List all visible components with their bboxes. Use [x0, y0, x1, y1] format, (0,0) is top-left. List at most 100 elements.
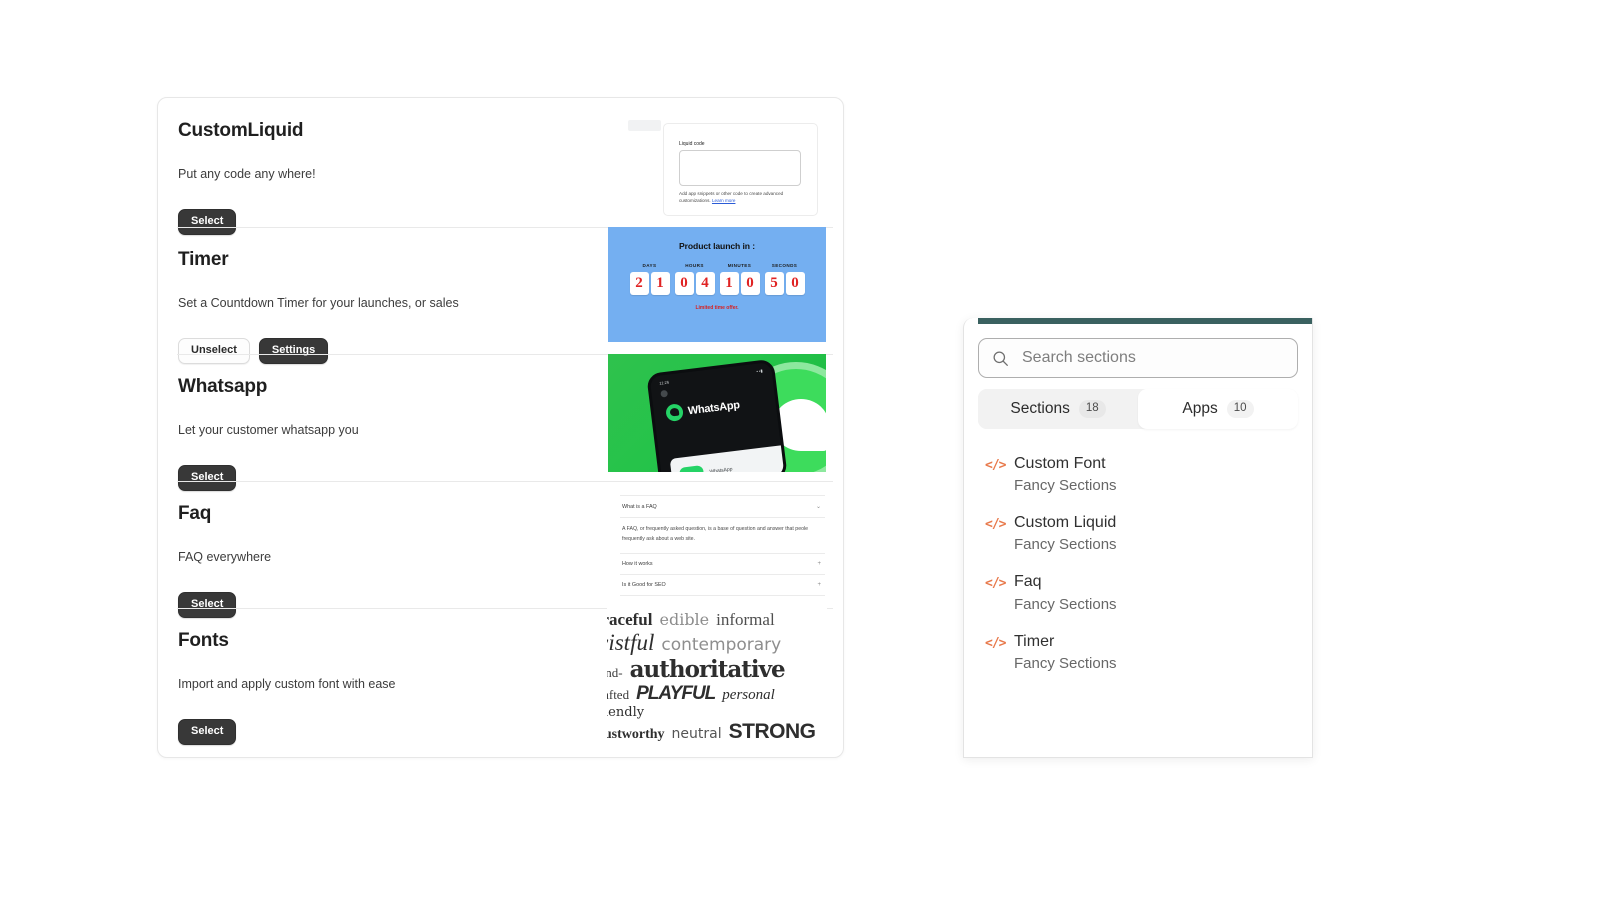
row-title: Whatsapp [178, 376, 268, 397]
list-item-text: Faq Fancy Sections [1014, 572, 1117, 613]
list-item-name: Timer [1014, 632, 1055, 650]
liquid-code-textarea[interactable] [679, 150, 801, 186]
collage-word: STRONG [728, 720, 816, 743]
faq-question[interactable]: How it works + [620, 554, 825, 575]
search-box[interactable] [978, 338, 1298, 378]
list-item-text: Custom Liquid Fancy Sections [1014, 513, 1117, 554]
list-item-subtitle: Fancy Sections [1014, 536, 1117, 554]
whatsapp-app-icon [678, 465, 706, 472]
status-indicators: ▪ ▪▮ [756, 368, 763, 374]
code-icon: </> [985, 517, 1006, 533]
phone-mockup: 11:26 ▪ ▪▮ WhatsApp WhatsApp M [646, 358, 788, 472]
typography-collage-preview: graceful edible informal wistful contemp… [607, 608, 827, 747]
picker-row-faq: Faq FAQ everywhere Select What is a FAQ … [158, 481, 843, 619]
row-description: Set a Countdown Timer for your launches,… [178, 295, 459, 310]
whatsapp-brand-label: WhatsApp [687, 398, 741, 417]
list-item[interactable]: </> Faq Fancy Sections [964, 563, 1312, 622]
row-title: Faq [178, 503, 212, 524]
timer-footer-note: Limited time offer. [695, 305, 739, 311]
row-content: Timer Set a Countdown Timer for your lau… [158, 227, 606, 365]
collage-word: authoritative [629, 656, 786, 683]
picker-row-timer: Timer Set a Countdown Timer for your lau… [158, 227, 843, 365]
learn-more-link[interactable]: Learn more [712, 198, 736, 203]
timer-digit: 5 [764, 272, 784, 295]
timer-unit-seconds: SECONDS 5 0 [762, 263, 807, 295]
whatsapp-brand: WhatsApp [665, 392, 776, 423]
faq-accordion-preview: What is a FAQ ⌄ A FAQ, or frequently ask… [614, 491, 831, 602]
collage-word: hand- [607, 665, 623, 680]
app-store-card: WhatsApp Messenger [669, 444, 788, 472]
list-item[interactable]: </> Timer Fancy Sections [964, 623, 1312, 682]
search-input[interactable] [1020, 348, 1284, 368]
app-card-text: WhatsApp Messenger [709, 466, 735, 472]
faq-answer: A FAQ, or frequently asked question, is … [620, 518, 825, 554]
search-icon [992, 350, 1009, 367]
list-item[interactable]: </> Custom Font Fancy Sections [964, 445, 1312, 504]
tab-label: Sections [1010, 400, 1070, 417]
timer-digit: 0 [785, 272, 805, 295]
timer-digit: 0 [674, 272, 694, 295]
row-description: Import and apply custom font with ease [178, 676, 396, 691]
chevron-down-icon: ⌄ [815, 504, 821, 510]
tab-sections[interactable]: Sections 18 [978, 389, 1138, 429]
row-description: Put any code any where! [178, 166, 316, 181]
collage-word: personal [722, 687, 775, 703]
timer-digits: 1 0 [717, 272, 762, 295]
list-item-name: Custom Liquid [1014, 514, 1117, 532]
status-time: 11:26 [659, 379, 670, 386]
list-item[interactable]: </> Custom Liquid Fancy Sections [964, 504, 1312, 563]
picker-row-customliquid: CustomLiquid Put any code any where! Sel… [158, 98, 843, 236]
collage-line: friendly [607, 705, 827, 720]
row-title: Timer [178, 249, 229, 270]
timer-digit: 1 [650, 272, 670, 295]
code-icon: </> [985, 576, 1006, 592]
plus-icon: + [817, 581, 821, 588]
panel-accent-bar [978, 318, 1312, 324]
timer-unit-label: SECONDS [771, 263, 798, 268]
timer-digits: 5 0 [762, 272, 807, 295]
collage-word: wistful [607, 630, 655, 655]
collage-line: wistful contemporary [607, 630, 827, 656]
tab-count-badge: 18 [1078, 400, 1106, 418]
code-icon: </> [985, 635, 1006, 651]
collage-line: graceful edible informal [607, 610, 827, 630]
timer-unit-days: DAYS 2 1 [627, 263, 672, 295]
collage-word: neutral [671, 726, 722, 742]
collage-line: hand- authoritative [607, 656, 827, 683]
row-description: Let your customer whatsapp you [178, 422, 359, 437]
countdown-timer-preview: Product launch in : DAYS 2 1 HOURS 0 4 M… [608, 227, 826, 342]
timer-unit-label: MINUTES [727, 263, 752, 268]
sections-panel: Sections 18 Apps 10 </> Custom Font Fanc… [963, 318, 1313, 758]
list-item-subtitle: Fancy Sections [1014, 595, 1117, 613]
liquid-panel: Liquid code Add app snippets or other co… [663, 123, 818, 216]
timer-headline: Product launch in : [679, 241, 755, 251]
faq-question[interactable]: Is it Good for SEO + [620, 575, 825, 596]
row-description: FAQ everywhere [178, 549, 272, 564]
collage-line: trustworthy neutral STRONG [607, 720, 827, 744]
whatsapp-preview: 11:26 ▪ ▪▮ WhatsApp WhatsApp M [608, 354, 826, 472]
timer-units: DAYS 2 1 HOURS 0 4 MINUTES 1 0 SECONDS 5… [627, 263, 807, 295]
row-preview: 11:26 ▪ ▪▮ WhatsApp WhatsApp M [606, 354, 843, 481]
collage-word: friendly [607, 705, 645, 720]
collage-line: crafted PLAYFUL personal [607, 683, 827, 705]
timer-unit-label: HOURS [685, 263, 704, 268]
panel-tabs: Sections 18 Apps 10 [978, 389, 1298, 429]
phone-status-bar: 11:26 ▪ ▪▮ [650, 362, 772, 387]
picker-row-whatsapp: Whatsapp Let your customer whatsapp you … [158, 354, 843, 492]
collage-word: contemporary [661, 635, 782, 655]
timer-digits: 2 1 [627, 272, 672, 295]
tab-apps[interactable]: Apps 10 [1138, 389, 1298, 429]
list-item-name: Faq [1014, 573, 1042, 591]
list-item-subtitle: Fancy Sections [1014, 654, 1117, 672]
collage-inner: graceful edible informal wistful contemp… [607, 610, 827, 744]
collage-word: graceful [607, 610, 653, 629]
faq-question[interactable]: What is a FAQ ⌄ [620, 495, 825, 518]
row-preview: What is a FAQ ⌄ A FAQ, or frequently ask… [606, 481, 843, 608]
select-button[interactable]: Select [178, 719, 237, 746]
section-picker-card: CustomLiquid Put any code any where! Sel… [157, 97, 844, 758]
timer-unit-minutes: MINUTES 1 0 [717, 263, 762, 295]
collage-word: edible [659, 610, 710, 629]
timer-digit: 4 [695, 272, 715, 295]
faq-question-text: How it works [622, 560, 653, 567]
liquid-help-text: Add app snippets or other code to create… [679, 190, 801, 204]
